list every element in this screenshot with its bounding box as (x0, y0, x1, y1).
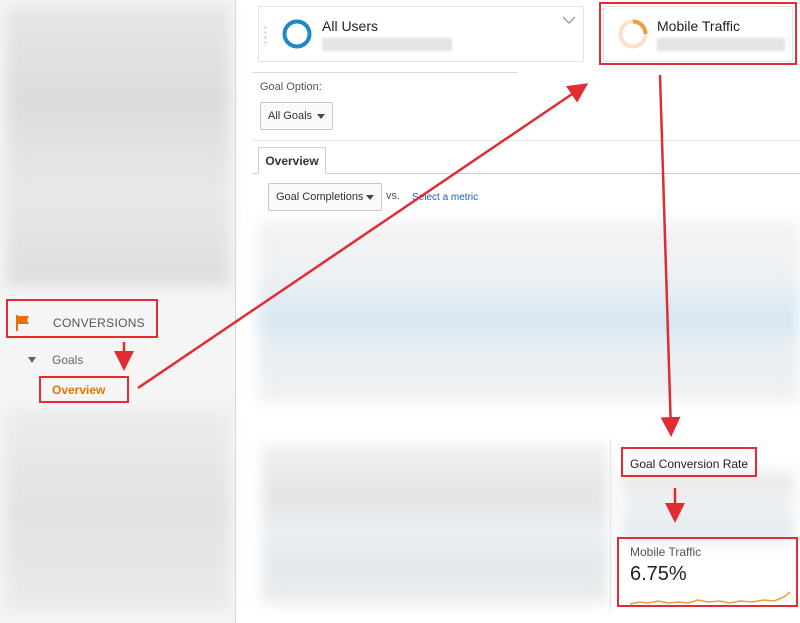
dropdown-value: Goal Completions (276, 191, 364, 203)
segment-mobile-traffic[interactable]: Mobile Traffic (603, 6, 793, 62)
kpi-title[interactable]: Goal Conversion Rate (630, 457, 748, 471)
sidebar-item-goals[interactable]: Goals (28, 352, 83, 368)
sidebar-item-overview[interactable]: Overview (52, 383, 105, 397)
segment-title: All Users (322, 18, 379, 34)
tab-overview[interactable]: Overview (258, 147, 326, 174)
segment-subtitle-redacted (657, 38, 785, 51)
sidebar: CONVERSIONS Goals Overview (0, 0, 236, 623)
segment-all-users[interactable]: All Users (258, 6, 584, 62)
caret-down-icon (366, 195, 374, 200)
kpi-value: 6.75% (630, 563, 687, 585)
segment-subtitle-redacted (322, 38, 452, 51)
timeline-chart-blurred (258, 222, 800, 402)
caret-down-icon (28, 357, 36, 363)
divider (252, 72, 518, 73)
metric-dropdown[interactable]: Goal Completions (268, 183, 382, 211)
donut-icon (618, 19, 648, 49)
kpi-segment-label: Mobile Traffic (630, 545, 702, 559)
sidebar-item-label: Goals (52, 353, 84, 367)
drag-handle-icon[interactable] (263, 25, 268, 47)
metric-cards-blurred (262, 444, 608, 604)
donut-icon (282, 19, 312, 49)
dropdown-value: All Goals (268, 110, 313, 122)
sidebar-item-conversions[interactable]: CONVERSIONS (12, 309, 152, 337)
divider (252, 140, 800, 141)
goal-option-dropdown[interactable]: All Goals (260, 102, 333, 130)
sidebar-blurred-menu (6, 6, 230, 286)
select-metric-link[interactable]: Select a metric (412, 192, 478, 203)
chevron-down-icon[interactable] (562, 15, 576, 25)
divider (610, 440, 611, 610)
caret-down-icon (317, 114, 325, 119)
segment-title: Mobile Traffic (657, 18, 740, 34)
tab-divider (252, 173, 800, 174)
vs-label: vs. (386, 190, 401, 202)
goal-option-label: Goal Option: (260, 81, 322, 93)
sidebar-blurred-submenu (6, 410, 230, 610)
flag-icon (16, 315, 29, 331)
kpi-sparkline (630, 591, 791, 605)
kpi-sparkline-blurred (622, 472, 794, 542)
sidebar-item-label: CONVERSIONS (53, 316, 145, 330)
